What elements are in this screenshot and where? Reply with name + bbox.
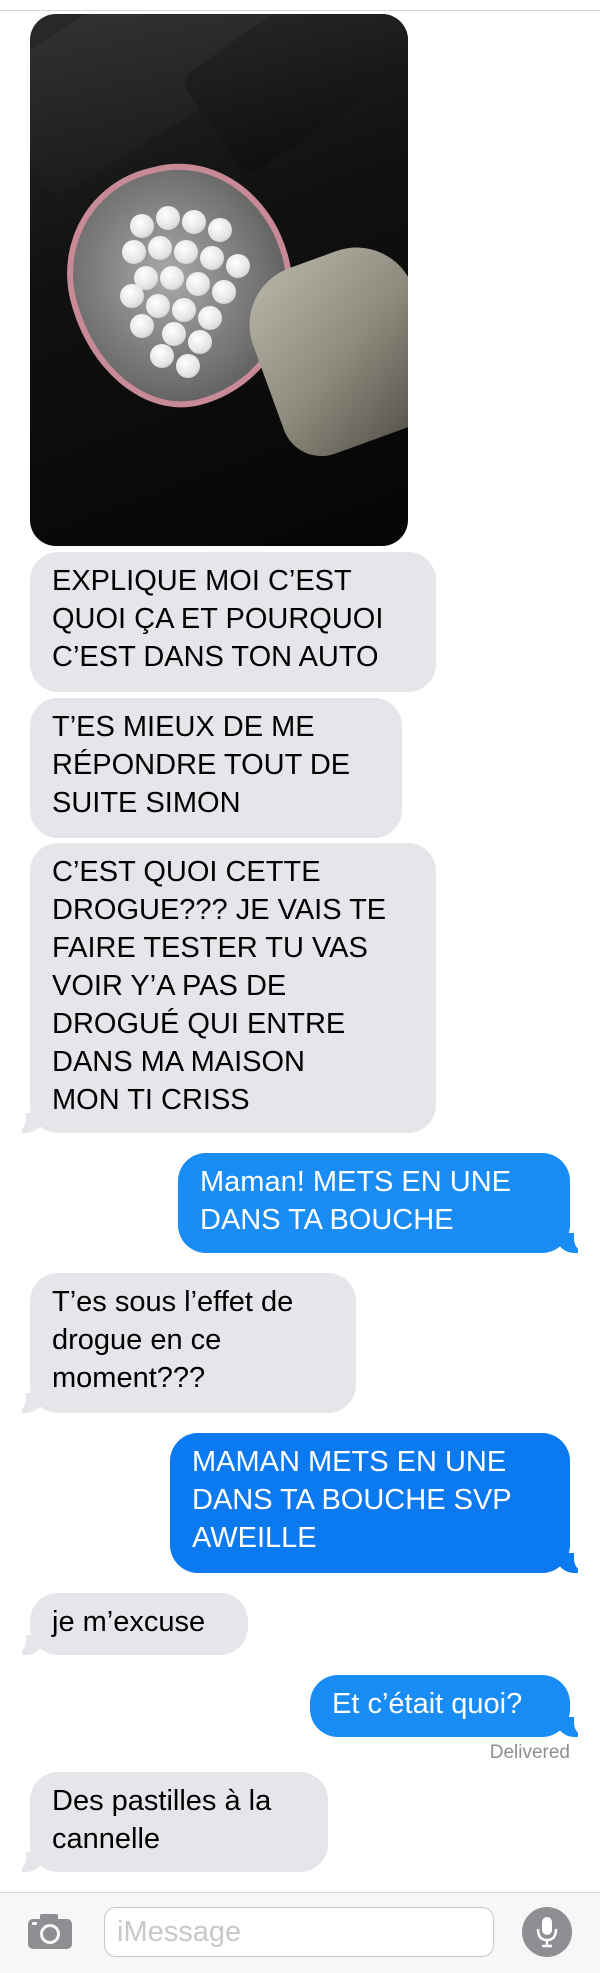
pill-shape: [188, 330, 212, 354]
bubble-tail: [12, 1635, 44, 1655]
pill-shape: [174, 240, 198, 264]
pill-shape: [176, 354, 200, 378]
incoming-message[interactable]: EXPLIQUE MOI C’EST QUOI ÇA ET POURQUOI C…: [30, 552, 436, 692]
camera-icon[interactable]: [26, 1911, 74, 1951]
delivery-status: Delivered: [489, 1742, 570, 1763]
pill-shape: [186, 272, 210, 296]
pill-shape: [172, 298, 196, 322]
outgoing-message[interactable]: Maman! METS EN UNE DANS TA BOUCHE: [178, 1153, 570, 1253]
message-input[interactable]: [104, 1907, 494, 1957]
pill-shape: [150, 344, 174, 368]
photo-attachment[interactable]: [30, 14, 408, 546]
pill-shape: [156, 206, 180, 230]
pill-shape: [198, 306, 222, 330]
bubble-tail: [556, 1717, 588, 1737]
incoming-message[interactable]: Des pastilles à la cannelle: [30, 1772, 328, 1872]
pill-shape: [162, 322, 186, 346]
pill-shape: [160, 266, 184, 290]
pill-shape: [200, 246, 224, 270]
incoming-message[interactable]: C’EST QUOI CETTE DROGUE??? JE VAIS TE FA…: [30, 843, 436, 1133]
bubble-tail: [556, 1553, 588, 1573]
pill-shape: [146, 294, 170, 318]
pill-shape: [130, 214, 154, 238]
incoming-message[interactable]: T’es sous l’effet de drogue en ce moment…: [30, 1273, 356, 1413]
pill-shape: [212, 280, 236, 304]
bubble-tail: [556, 1233, 588, 1253]
top-divider: [0, 10, 600, 11]
outgoing-message[interactable]: Et c’était quoi?: [310, 1675, 570, 1737]
microphone-icon[interactable]: [522, 1907, 572, 1957]
pill-shape: [182, 210, 206, 234]
outgoing-message[interactable]: MAMAN METS EN UNE DANS TA BOUCHE SVP AWE…: [170, 1433, 570, 1573]
bubble-tail: [12, 1393, 44, 1413]
pill-shape: [148, 236, 172, 260]
pill-shape: [120, 284, 144, 308]
bubble-tail: [12, 1113, 44, 1133]
pill-shape: [208, 218, 232, 242]
compose-bar: [0, 1892, 600, 1973]
incoming-message[interactable]: T’ES MIEUX DE ME RÉPONDRE TOUT DE SUITE …: [30, 698, 402, 838]
pill-shape: [226, 254, 250, 278]
incoming-message[interactable]: je m’excuse: [30, 1593, 248, 1655]
bubble-tail: [12, 1852, 44, 1872]
pill-shape: [122, 240, 146, 264]
pill-shape: [130, 314, 154, 338]
